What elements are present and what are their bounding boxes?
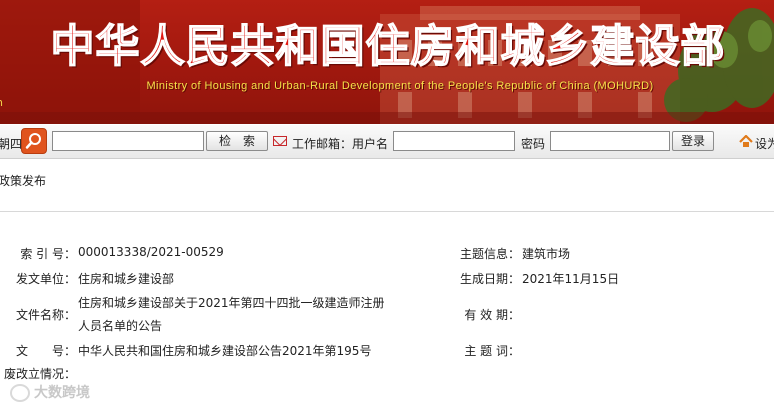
- file-name-line2: 人员名单的公告: [78, 319, 163, 333]
- password-label: 密码: [521, 137, 546, 151]
- username-input[interactable]: [393, 131, 515, 151]
- search-input[interactable]: [52, 131, 204, 151]
- generation-date-label: 生成日期：: [459, 272, 520, 286]
- work-mail-username-label: 工作邮箱：用户名: [292, 137, 389, 151]
- file-name-label: 文件名称：: [15, 308, 76, 322]
- document-number-label: 文 号：: [15, 344, 76, 358]
- document-number-value: 中华人民共和国住房和城乡建设部公告2021年第195号: [78, 344, 372, 358]
- revision-status-label: 废改立情况：: [3, 367, 76, 381]
- mail-icon: [273, 136, 287, 146]
- index-number-label: 索 引 号：: [20, 247, 76, 261]
- search-submit-button[interactable]: 检 索: [206, 131, 268, 151]
- generation-date-value: 2021年11月15日: [522, 272, 620, 286]
- keywords-label: 主 题 词：: [464, 344, 520, 358]
- toolbar-left-fragment: 朝四: [0, 137, 23, 151]
- breadcrumb-divider: [0, 211, 774, 212]
- search-icon-button[interactable]: [21, 128, 47, 154]
- login-button[interactable]: 登录: [672, 131, 714, 151]
- watermark-logo-icon: [10, 384, 30, 402]
- set-homepage-link[interactable]: 设为: [755, 135, 774, 152]
- banner-edge-text: n: [0, 96, 3, 109]
- site-title-english: Ministry of Housing and Urban-Rural Deve…: [146, 80, 654, 92]
- magnifier-icon: [25, 133, 41, 149]
- header-banner: 中华人民共和国住房和城乡建设部 Ministry of Housing and …: [0, 0, 774, 124]
- validity-label: 有 效 期：: [464, 308, 520, 322]
- watermark-text: 大数跨境: [34, 385, 90, 401]
- index-number-value: 000013338/2021-00529: [78, 245, 224, 259]
- subject-info-value: 建筑市场: [522, 247, 571, 261]
- password-input[interactable]: [550, 131, 670, 151]
- issuer-value: 住房和城乡建设部: [78, 272, 175, 286]
- issuer-label: 发文单位：: [15, 272, 76, 286]
- subject-info-label: 主题信息：: [459, 247, 520, 261]
- file-name-line1: 住房和城乡建设部关于2021年第四十四批一级建造师注册: [78, 296, 385, 310]
- breadcrumb[interactable]: 政策发布: [0, 172, 46, 189]
- top-toolbar: 朝四 检 索 工作邮箱：用户名 密码 登录 设为: [0, 125, 774, 159]
- site-title-chinese: 中华人民共和国住房和城乡建设部: [50, 20, 726, 73]
